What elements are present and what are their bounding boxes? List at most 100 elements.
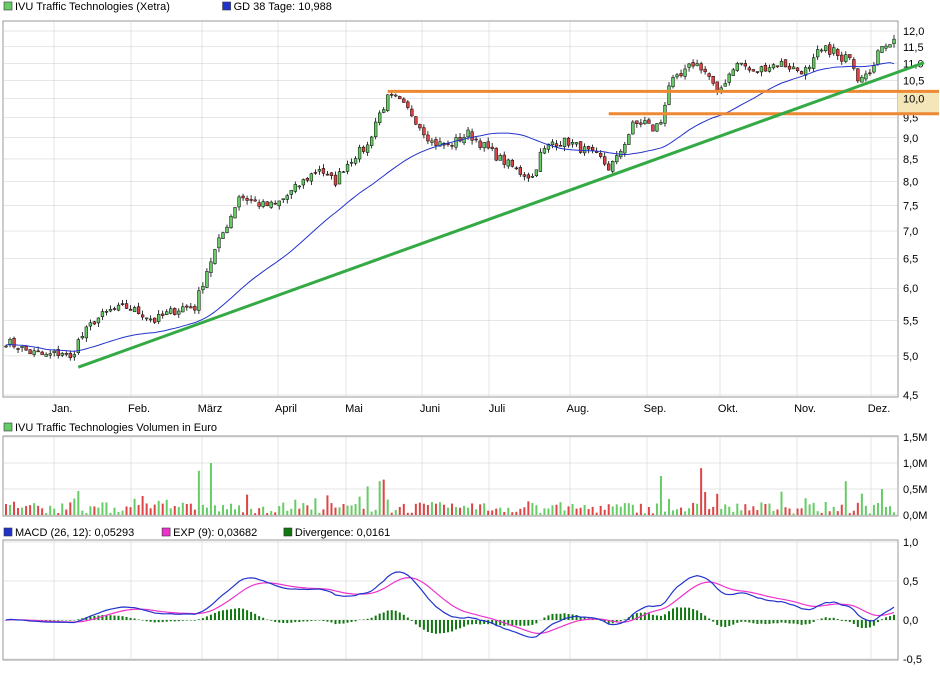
divergence-bar (789, 620, 791, 624)
candle-body (796, 68, 799, 71)
volume-bar (833, 507, 835, 515)
divergence-bar (290, 620, 292, 623)
divergence-bar (744, 620, 746, 622)
candle-body (105, 311, 108, 312)
volume-bar (841, 505, 843, 515)
candle-body (840, 55, 843, 61)
volume-bar (351, 505, 353, 515)
divergence-bar (407, 618, 409, 620)
candle-body (527, 175, 530, 178)
divergence-bar (375, 616, 377, 620)
divergence-bar (146, 620, 148, 621)
candle-body (53, 351, 56, 353)
volume-bar (343, 504, 345, 515)
volume-bar (334, 508, 336, 515)
candle-body (587, 146, 590, 149)
volume-bar (495, 509, 497, 515)
candle-body (816, 50, 819, 57)
volume-bar (744, 504, 746, 515)
candle-body (49, 354, 52, 355)
divergence-bar (475, 620, 477, 624)
divergence-bar (680, 608, 682, 620)
candle-body (435, 139, 438, 145)
volume-bar (431, 502, 433, 515)
legend-label: EXP (9): 0,03682 (173, 527, 257, 539)
volume-bar (620, 507, 622, 515)
candle-body (724, 83, 727, 86)
volume-bar (411, 513, 413, 515)
candle-body (656, 124, 659, 132)
divergence-bar (274, 620, 276, 622)
candle-body (764, 65, 767, 71)
candle-body (89, 323, 92, 326)
divergence-bar (306, 620, 308, 621)
candle-body (418, 124, 421, 127)
divergence-bar (704, 616, 706, 620)
divergence-bar (214, 613, 216, 620)
divergence-bar (821, 618, 823, 620)
volume-bar (499, 508, 501, 515)
volume-bar (138, 505, 140, 515)
volume-bar (889, 506, 891, 515)
volume-bar (519, 509, 521, 515)
candle-body (752, 70, 755, 72)
candle-body (121, 304, 124, 305)
volume-tick-label: 1,5M (903, 432, 927, 444)
volume-bar (242, 512, 244, 515)
volume-bar (439, 502, 441, 515)
volume-bar (459, 508, 461, 515)
candle-body (242, 196, 245, 198)
volume-bar (676, 509, 678, 515)
volume-bar (451, 504, 453, 515)
candle-body (189, 307, 192, 308)
volume-bar (258, 508, 260, 515)
candle-body (684, 69, 687, 76)
volume-bar (849, 513, 851, 515)
candle-body (627, 135, 630, 145)
candle-body (475, 139, 478, 140)
candle-body (832, 48, 835, 54)
volume-bar (632, 505, 634, 515)
candle-body (704, 69, 707, 72)
divergence-bar (419, 620, 421, 627)
volume-bar (644, 513, 646, 515)
volume-bar (407, 513, 409, 515)
candle-body (354, 159, 357, 164)
volume-bar (53, 509, 55, 515)
price-tick-label: 7,5 (903, 200, 918, 212)
volume-bar (865, 506, 867, 515)
legend-label: IVU Traffic Technologies Volumen in Euro (15, 422, 217, 434)
candle-body (559, 145, 562, 146)
divergence-bar (555, 614, 557, 620)
divergence-bar (756, 620, 758, 624)
volume-bar (97, 508, 99, 515)
divergence-bar (459, 620, 461, 628)
candle-body (286, 196, 289, 200)
candle-body (41, 352, 44, 355)
volume-bar (190, 504, 192, 515)
candle-body (298, 186, 301, 187)
candle-body (471, 132, 474, 141)
candle-body (33, 351, 36, 355)
volume-bar (503, 512, 505, 515)
divergence-bar (853, 620, 855, 624)
candle-body (302, 180, 305, 185)
candle-body (201, 286, 204, 290)
divergence-bar (652, 615, 654, 620)
price-tick-label: 9,0 (903, 133, 918, 145)
price-tick-label: 8,0 (903, 176, 918, 188)
candle-body (222, 233, 225, 239)
candle-body (732, 70, 735, 76)
volume-bar (326, 495, 328, 515)
volume-bar (596, 513, 598, 515)
candle-body (555, 144, 558, 147)
volume-bar (604, 510, 606, 515)
volume-bar (797, 509, 799, 515)
divergence-bar (748, 620, 750, 623)
divergence-bar (431, 620, 433, 633)
candle-body (330, 173, 333, 176)
volume-bar (559, 502, 561, 515)
divergence-bar (877, 620, 879, 622)
volume-bar (568, 506, 570, 515)
divergence-bar (226, 610, 228, 620)
